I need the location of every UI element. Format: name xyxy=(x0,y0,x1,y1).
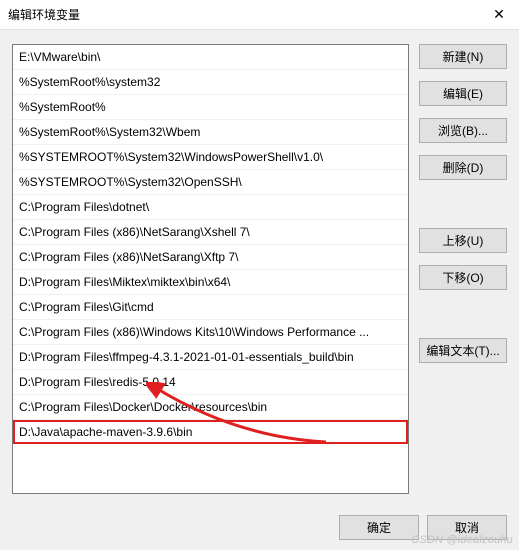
list-item[interactable]: C:\Program Files (x86)\NetSarang\Xshell … xyxy=(13,220,408,245)
list-item[interactable]: D:\Java\apache-maven-3.9.6\bin xyxy=(13,420,408,444)
new-button[interactable]: 新建(N) xyxy=(419,44,507,69)
list-item[interactable]: %SYSTEMROOT%\System32\OpenSSH\ xyxy=(13,170,408,195)
close-icon[interactable]: ✕ xyxy=(487,6,511,23)
list-item[interactable]: %SystemRoot%\system32 xyxy=(13,70,408,95)
list-item[interactable]: E:\VMware\bin\ xyxy=(13,45,408,70)
list-item[interactable]: %SystemRoot% xyxy=(13,95,408,120)
list-item[interactable]: C:\Program Files\Docker\Docker\resources… xyxy=(13,395,408,420)
delete-button[interactable]: 删除(D) xyxy=(419,155,507,180)
edit-button[interactable]: 编辑(E) xyxy=(419,81,507,106)
list-item[interactable]: %SystemRoot%\System32\Wbem xyxy=(13,120,408,145)
button-column: 新建(N) 编辑(E) 浏览(B)... 删除(D) 上移(U) 下移(O) 编… xyxy=(419,44,507,494)
window-title: 编辑环境变量 xyxy=(8,6,80,23)
list-item[interactable]: D:\Program Files\ffmpeg-4.3.1-2021-01-01… xyxy=(13,345,408,370)
move-up-button[interactable]: 上移(U) xyxy=(419,228,507,253)
list-item[interactable]: C:\Program Files\dotnet\ xyxy=(13,195,408,220)
list-item[interactable]: D:\Program Files\redis-5.0.14 xyxy=(13,370,408,395)
list-item[interactable]: %SYSTEMROOT%\System32\WindowsPowerShell\… xyxy=(13,145,408,170)
list-item[interactable]: C:\Program Files\Git\cmd xyxy=(13,295,408,320)
browse-button[interactable]: 浏览(B)... xyxy=(419,118,507,143)
list-item[interactable]: C:\Program Files (x86)\NetSarang\Xftp 7\ xyxy=(13,245,408,270)
move-down-button[interactable]: 下移(O) xyxy=(419,265,507,290)
dialog-content: E:\VMware\bin\%SystemRoot%\system32%Syst… xyxy=(0,30,519,504)
titlebar: 编辑环境变量 ✕ xyxy=(0,0,519,30)
ok-button[interactable]: 确定 xyxy=(339,515,419,540)
list-item[interactable]: C:\Program Files (x86)\Windows Kits\10\W… xyxy=(13,320,408,345)
edit-text-button[interactable]: 编辑文本(T)... xyxy=(419,338,507,363)
list-item[interactable]: D:\Program Files\Miktex\miktex\bin\x64\ xyxy=(13,270,408,295)
path-list[interactable]: E:\VMware\bin\%SystemRoot%\system32%Syst… xyxy=(12,44,409,494)
watermark: CSDN @idealzouhu xyxy=(411,534,513,546)
